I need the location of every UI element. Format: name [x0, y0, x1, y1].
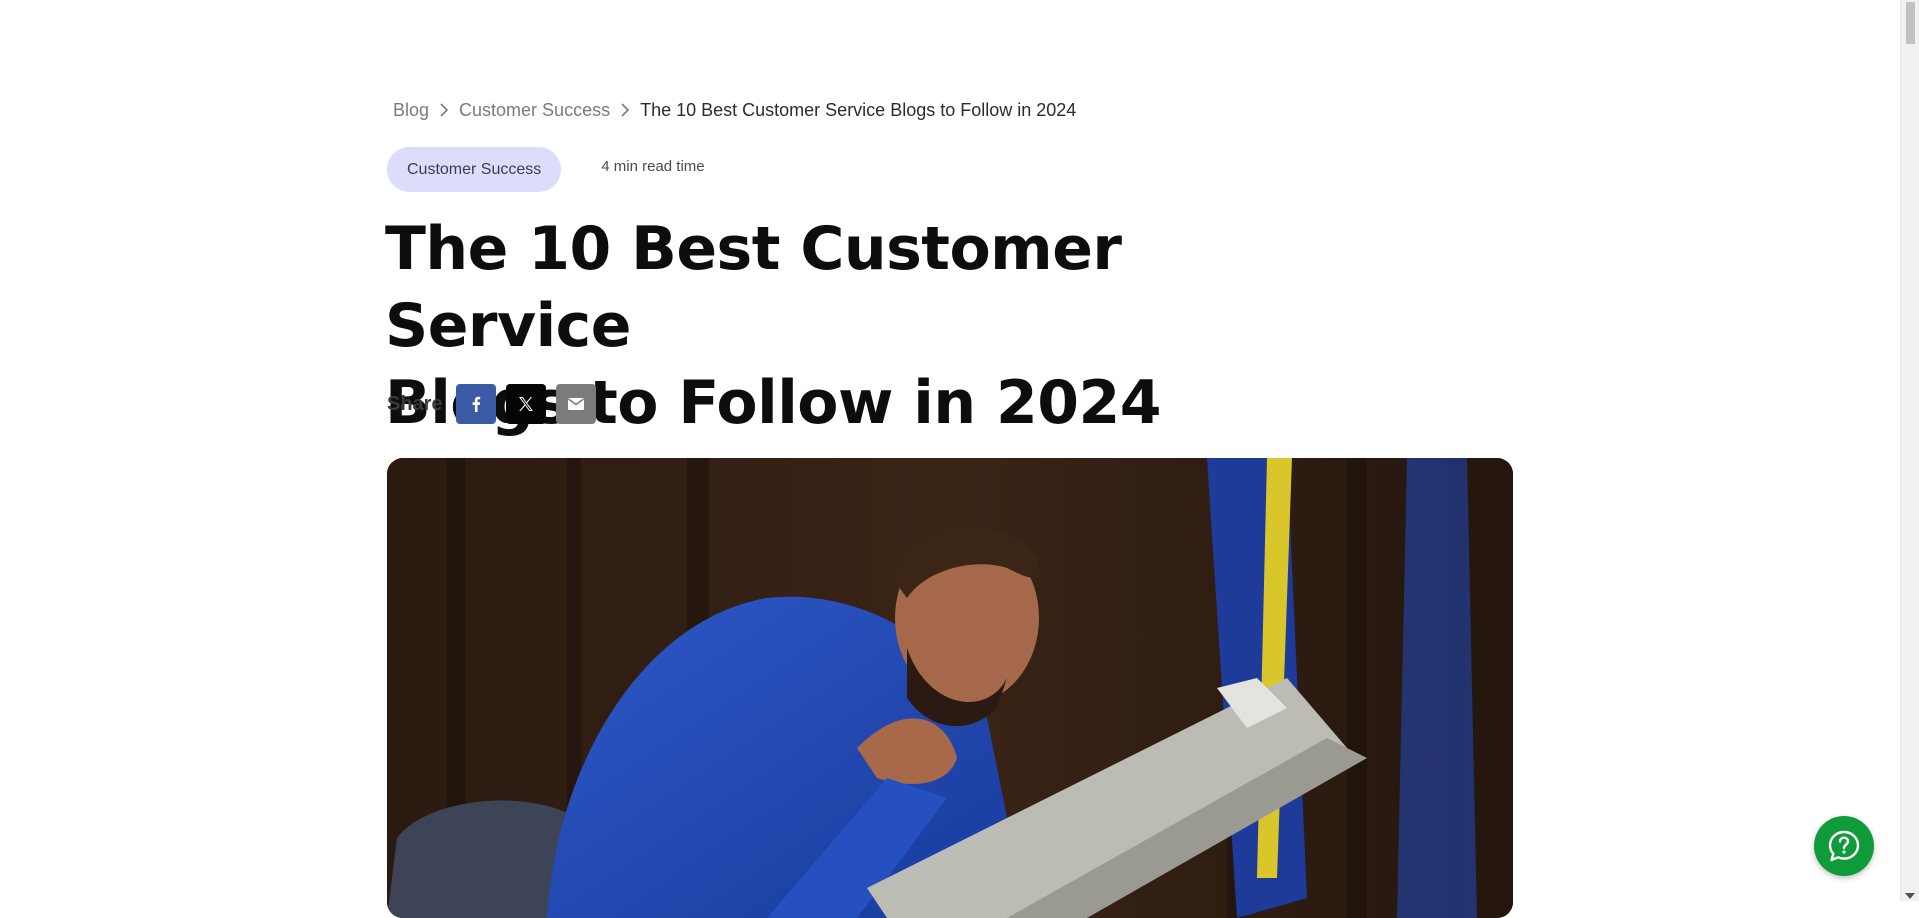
article-title-line-1: The 10 Best Customer Service — [385, 214, 1122, 361]
breadcrumb-category-link[interactable]: Customer Success — [459, 100, 610, 121]
breadcrumb-blog-link[interactable]: Blog — [393, 100, 429, 121]
hero-illustration — [387, 458, 1513, 918]
share-email-button[interactable] — [555, 384, 596, 424]
share-x-button[interactable] — [505, 384, 546, 424]
question-icon — [1828, 830, 1860, 862]
share-bar: Share — [387, 384, 606, 424]
chevron-right-icon — [433, 98, 455, 122]
x-icon — [518, 397, 533, 411]
breadcrumb-current-page: The 10 Best Customer Service Blogs to Fo… — [640, 99, 1077, 120]
facebook-icon — [472, 396, 480, 412]
scroll-down-arrow-icon[interactable] — [1905, 893, 1915, 899]
category-tag[interactable]: Customer Success — [387, 147, 562, 192]
read-time: 4 min read time — [601, 158, 705, 175]
vertical-scrollbar[interactable] — [1900, 0, 1919, 901]
breadcrumb: Blog Customer Success The 10 Best Custom… — [393, 98, 1076, 122]
chevron-right-icon — [614, 98, 636, 122]
scrollbar-thumb[interactable] — [1906, 2, 1915, 44]
page: Blog Customer Success The 10 Best Custom… — [0, 0, 1900, 918]
article-meta: Customer Success 4 min read time — [387, 147, 705, 192]
share-label: Share — [387, 392, 443, 415]
share-facebook-button[interactable] — [455, 384, 496, 424]
email-icon — [567, 398, 584, 410]
help-chat-button[interactable] — [1814, 816, 1874, 876]
hero-image — [387, 458, 1513, 918]
